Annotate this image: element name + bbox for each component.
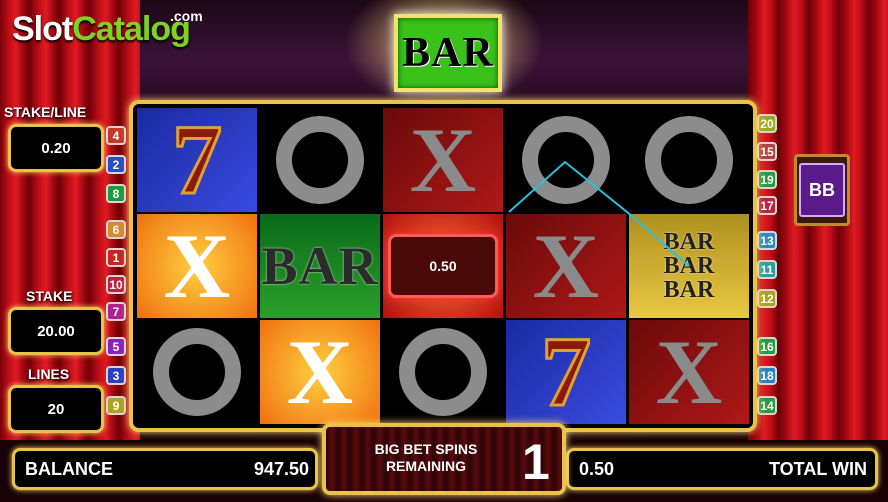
total-win-value: 0.50 bbox=[579, 459, 615, 479]
payline-tag-18[interactable]: 18 bbox=[757, 366, 777, 385]
reel-cell: X bbox=[383, 108, 503, 212]
reel-cell: X bbox=[137, 214, 257, 318]
big-bet-line1: BIG BET SPINS bbox=[374, 441, 478, 457]
reel-area: 7 X BAR X X 0.50 X 7 BAR BAR BAR X bbox=[129, 100, 757, 432]
slotcatalog-logo: SlotCatalog .com bbox=[12, 8, 203, 48]
reel-cell: X bbox=[629, 320, 749, 424]
reel-cell bbox=[629, 108, 749, 212]
spins-remaining-count: 1 bbox=[522, 434, 550, 490]
payline-tag-5[interactable]: 5 bbox=[106, 337, 126, 356]
balance-value: 947.50 bbox=[253, 459, 309, 479]
symbol-o bbox=[153, 328, 241, 416]
stake-value[interactable]: 20.00 bbox=[8, 307, 104, 355]
stake-label: STAKE bbox=[26, 288, 73, 304]
payline-tag-12[interactable]: 12 bbox=[757, 289, 777, 308]
symbol-x: X bbox=[532, 215, 600, 317]
payline-tag-11[interactable]: 11 bbox=[757, 260, 777, 279]
payline-tag-1[interactable]: 1 bbox=[106, 248, 126, 267]
symbol-x: X bbox=[286, 321, 354, 423]
symbol-o bbox=[399, 328, 487, 416]
payline-tag-10[interactable]: 10 bbox=[106, 275, 126, 294]
big-bet-icon: BB bbox=[799, 163, 845, 217]
balance-label: BALANCE bbox=[25, 459, 113, 479]
reel-cell bbox=[383, 320, 503, 424]
reel-cell bbox=[506, 108, 626, 212]
payline-tag-20[interactable]: 20 bbox=[757, 114, 777, 133]
payline-tag-14[interactable]: 14 bbox=[757, 396, 777, 415]
payline-tag-19[interactable]: 19 bbox=[757, 170, 777, 189]
symbol-bar: BAR bbox=[261, 236, 379, 296]
bar-feature-symbol: BAR bbox=[394, 14, 502, 92]
payline-tag-6[interactable]: 6 bbox=[106, 220, 126, 239]
payline-tag-4[interactable]: 4 bbox=[106, 126, 126, 145]
symbol-o bbox=[522, 116, 610, 204]
reel-cell: BAR bbox=[260, 214, 380, 318]
payline-tag-15[interactable]: 15 bbox=[757, 142, 777, 161]
symbol-seven: 7 bbox=[171, 108, 224, 212]
curtain-right bbox=[748, 0, 888, 460]
reel-cell: 7 bbox=[137, 108, 257, 212]
payline-tag-3[interactable]: 3 bbox=[106, 366, 126, 385]
payline-tag-13[interactable]: 13 bbox=[757, 231, 777, 250]
win-amount-badge: 0.50 bbox=[388, 234, 498, 298]
lines-label: LINES bbox=[28, 366, 70, 382]
payline-tag-2[interactable]: 2 bbox=[106, 155, 126, 174]
symbol-o bbox=[276, 116, 364, 204]
bar-feature-label: BAR bbox=[402, 30, 494, 76]
total-win-box: 0.50 TOTAL WIN bbox=[566, 448, 878, 490]
reel-cell: 7 bbox=[506, 320, 626, 424]
symbol-o bbox=[645, 116, 733, 204]
big-bet-spins-panel: BIG BET SPINS REMAINING 1 bbox=[322, 423, 566, 495]
payline-tag-9[interactable]: 9 bbox=[106, 396, 126, 415]
game-stage: SlotCatalog .com BAR STAKE/LINE 0.20 STA… bbox=[0, 0, 888, 502]
payline-tag-7[interactable]: 7 bbox=[106, 302, 126, 321]
reel-cell: X bbox=[506, 214, 626, 318]
reel-cell: BAR BAR BAR bbox=[629, 214, 749, 318]
big-bet-button[interactable]: BB bbox=[794, 154, 850, 226]
payline-tag-8[interactable]: 8 bbox=[106, 184, 126, 203]
reel-cell bbox=[137, 320, 257, 424]
symbol-x: X bbox=[163, 215, 231, 317]
stake-line-label: STAKE/LINE bbox=[4, 104, 87, 120]
reel-cell: X bbox=[260, 320, 380, 424]
stake-line-value[interactable]: 0.20 bbox=[8, 124, 104, 172]
symbol-x: X bbox=[655, 321, 723, 423]
symbol-seven: 7 bbox=[540, 320, 593, 424]
lines-value[interactable]: 20 bbox=[8, 385, 104, 433]
symbol-x: X bbox=[409, 109, 477, 211]
payline-tag-17[interactable]: 17 bbox=[757, 196, 777, 215]
total-win-label: TOTAL WIN bbox=[769, 459, 867, 479]
reel-cell: 0.50 bbox=[383, 214, 503, 318]
payline-tag-16[interactable]: 16 bbox=[757, 337, 777, 356]
symbol-triple-bar: BAR BAR BAR bbox=[663, 229, 715, 303]
balance-box: BALANCE 947.50 bbox=[12, 448, 318, 490]
big-bet-line2: REMAINING bbox=[385, 458, 467, 474]
reel-cell bbox=[260, 108, 380, 212]
big-bet-spins-text: BIG BET SPINS REMAINING bbox=[356, 441, 496, 475]
